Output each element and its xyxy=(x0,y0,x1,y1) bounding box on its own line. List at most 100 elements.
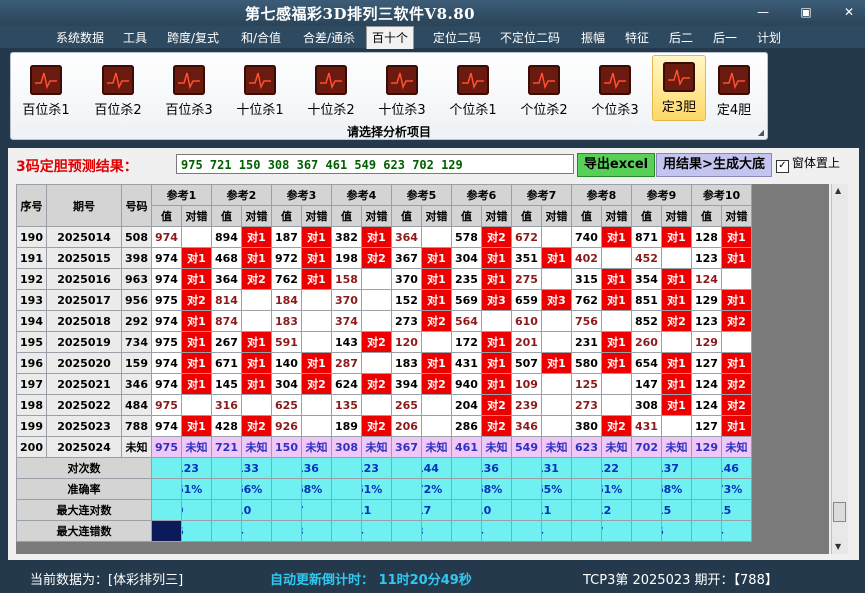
ribbon-button[interactable]: 定4胆 xyxy=(710,59,758,119)
chart-icon xyxy=(244,65,276,95)
ribbon-button[interactable]: 个位杀1 xyxy=(443,59,503,119)
code-cell: 956 xyxy=(121,289,152,311)
menu-item[interactable]: 系统数据 xyxy=(56,29,104,46)
menu-item[interactable]: 跨度/复式 xyxy=(167,29,219,46)
menu-bar: 系统数据 工具 跨度/复式 和/合值 合差/通杀 百十个 定位二码 不定位二码 振幅 特征 后二 后一… xyxy=(0,26,865,49)
ribbon-button[interactable]: 十位杀3 xyxy=(372,59,432,119)
minimize-button[interactable]: — xyxy=(750,4,776,20)
compare-cell: 对1 xyxy=(541,247,572,269)
compare-cell: 对2 xyxy=(361,331,392,353)
value-header: 值 xyxy=(571,205,602,227)
menu-item[interactable]: 和/合值 xyxy=(241,29,281,46)
value-cell: 304 xyxy=(451,247,482,269)
ribbon-button[interactable]: 定3胆 xyxy=(652,55,706,121)
value-cell: 940 xyxy=(451,373,482,395)
ribbon-button[interactable]: 百位杀2 xyxy=(88,59,148,119)
menu-item[interactable]: 工具 xyxy=(123,29,147,46)
window-ontop-checkbox[interactable]: ✓ 窗体置上 xyxy=(776,154,840,173)
menu-item[interactable]: 后二 xyxy=(669,29,693,46)
chart-icon xyxy=(457,65,489,95)
result-field[interactable]: 975 721 150 308 367 461 549 623 702 129 xyxy=(176,154,574,174)
menu-item[interactable]: 合差/通杀 xyxy=(303,29,355,46)
table-row[interactable]: 191 2025015 398 974 对1 468 对1 972 对1 198 对2 367 对1 30… xyxy=(16,247,752,269)
menu-item[interactable]: 特征 xyxy=(625,29,649,46)
prediction-status-cell: 未知 xyxy=(241,436,272,458)
scroll-up-icon[interactable]: ▲ xyxy=(835,186,841,195)
chart-icon xyxy=(315,65,347,95)
table-row[interactable]: 194 2025018 292 974 对1 874 183 374 273 对2 564 610 75… xyxy=(16,310,752,332)
compare-cell xyxy=(661,415,692,437)
table-row[interactable]: 198 2025022 484 975 316 625 135 265 204 对2 239 273 3… xyxy=(16,394,752,416)
value-cell: 740 xyxy=(571,226,602,248)
period-cell: 2025024 xyxy=(46,436,122,458)
stat-spacer xyxy=(391,520,422,542)
compare-header: 对错 xyxy=(721,205,752,227)
compare-cell: 对2 xyxy=(301,373,332,395)
close-button[interactable]: ✕ xyxy=(836,4,862,20)
stat-spacer xyxy=(151,478,182,500)
stat-spacer xyxy=(511,478,542,500)
ribbon-button[interactable]: 个位杀2 xyxy=(514,59,574,119)
table-row[interactable]: 197 2025021 346 974 对1 145 对1 304 对2 624 对2 394 对2 94… xyxy=(16,373,752,395)
prediction-row[interactable]: 200 2025024 未知 975 未知 721 未知 150 未知 308 未知 367 未知 461… xyxy=(16,436,752,458)
scroll-thumb[interactable] xyxy=(833,502,846,522)
value-cell: 974 xyxy=(151,415,182,437)
stat-value: 12 xyxy=(601,499,632,521)
value-cell: 874 xyxy=(211,310,242,332)
ref-header: 参考9 xyxy=(631,184,692,206)
ribbon-expand-icon[interactable]: ◢ xyxy=(758,128,764,137)
menu-item[interactable]: 百十个 xyxy=(366,26,415,49)
compare-cell: 对1 xyxy=(601,289,632,311)
scroll-down-icon[interactable]: ▼ xyxy=(835,542,841,551)
table-row[interactable]: 196 2025020 159 974 对1 671 对1 140 对1 287 183 对1 431 对… xyxy=(16,352,752,374)
chart-icon xyxy=(718,65,750,95)
menu-item[interactable]: 计划 xyxy=(757,29,781,46)
stat-value: 7 xyxy=(301,499,332,521)
seq-cell: 197 xyxy=(16,373,47,395)
menu-item[interactable]: 后一 xyxy=(713,29,737,46)
chart-icon xyxy=(528,65,560,95)
ribbon-button[interactable]: 个位杀3 xyxy=(585,59,645,119)
stat-row: 对次数 123 133 136 123 144 136 131 122 137 146 xyxy=(16,457,752,479)
export-excel-button[interactable]: 导出excel xyxy=(577,153,655,177)
stat-spacer xyxy=(151,520,182,542)
compare-cell xyxy=(661,331,692,353)
value-cell: 267 xyxy=(211,331,242,353)
ribbon-button[interactable]: 百位杀1 xyxy=(16,59,76,119)
prediction-status-cell: 未知 xyxy=(601,436,632,458)
generate-base-button[interactable]: 用结果>生成大底 xyxy=(656,153,772,177)
stat-spacer xyxy=(151,499,182,521)
table-row[interactable]: 190 2025014 508 974 894 对1 187 对1 382 对1 364 578 对2 6… xyxy=(16,226,752,248)
vertical-scrollbar[interactable]: ▲ ▼ xyxy=(831,184,848,554)
compare-cell: 对2 xyxy=(661,310,692,332)
code-cell: 398 xyxy=(121,247,152,269)
value-cell: 974 xyxy=(151,247,182,269)
table-row[interactable]: 199 2025023 788 974 对1 428 对2 926 189 对2 206 286 对2 3… xyxy=(16,415,752,437)
compare-cell xyxy=(421,226,452,248)
ribbon-button[interactable]: 十位杀2 xyxy=(301,59,361,119)
value-cell: 127 xyxy=(691,415,722,437)
maximize-button[interactable]: ▣ xyxy=(793,4,819,20)
menu-item[interactable]: 不定位二码 xyxy=(500,29,560,46)
table-row[interactable]: 193 2025017 956 975 对2 814 184 370 152 对1 569 对3 659… xyxy=(16,289,752,311)
stat-row: 最大连对数 9 10 7 11 17 10 11 12 15 15 xyxy=(16,499,752,521)
ribbon-button[interactable]: 十位杀1 xyxy=(230,59,290,119)
stat-label: 最大连对数 xyxy=(16,499,152,521)
value-cell: 762 xyxy=(571,289,602,311)
value-cell: 972 xyxy=(271,247,302,269)
value-cell: 143 xyxy=(331,331,362,353)
table-row[interactable]: 195 2025019 734 975 对1 267 对1 591 143 对2 120 172 对1 2… xyxy=(16,331,752,353)
menu-item[interactable]: 振幅 xyxy=(581,29,605,46)
prediction-value-cell: 975 xyxy=(151,436,182,458)
table-row[interactable]: 192 2025016 963 974 对1 364 对2 762 对1 158 370 对1 235 对… xyxy=(16,268,752,290)
value-cell: 124 xyxy=(691,268,722,290)
ribbon-button[interactable]: 百位杀3 xyxy=(159,59,219,119)
stat-value: 144 xyxy=(421,457,452,479)
menu-item[interactable]: 定位二码 xyxy=(433,29,481,46)
stat-value: 61% xyxy=(361,478,392,500)
checkbox-icon[interactable]: ✓ xyxy=(776,160,789,173)
ribbon-label: 十位杀1 xyxy=(236,103,284,118)
stat-spacer xyxy=(391,499,422,521)
compare-cell xyxy=(661,247,692,269)
value-cell: 120 xyxy=(391,331,422,353)
